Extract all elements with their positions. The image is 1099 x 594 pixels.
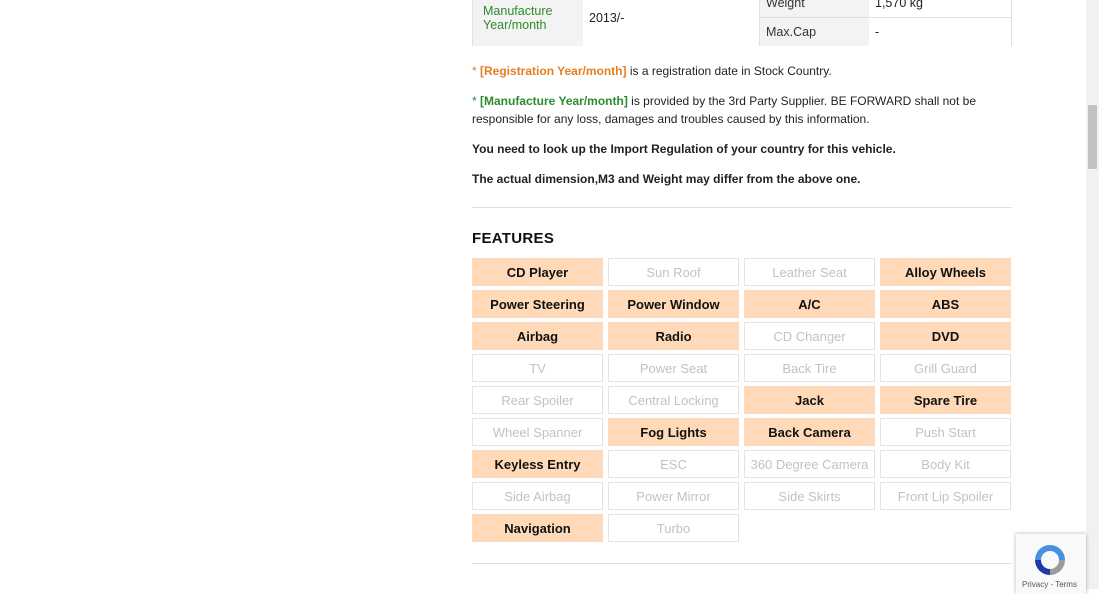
- manufacture-value: 2013/-: [583, 0, 759, 46]
- feature-item: Central Locking: [608, 386, 739, 414]
- feature-item: Turbo: [608, 514, 739, 542]
- recaptcha-badge[interactable]: Privacy - Terms: [1016, 534, 1086, 594]
- feature-item: Push Start: [880, 418, 1011, 446]
- registration-star: *: [472, 64, 481, 78]
- feature-item: Power Seat: [608, 354, 739, 382]
- feature-item: Alloy Wheels: [880, 258, 1011, 286]
- feature-item: DVD: [880, 322, 1011, 350]
- weight-value: 1,570 kg: [869, 0, 1011, 17]
- feature-item: ABS: [880, 290, 1011, 318]
- feature-item: Radio: [608, 322, 739, 350]
- feature-item: Back Camera: [744, 418, 875, 446]
- maxcap-label: Max.Cap: [759, 17, 869, 46]
- feature-item: Front Lip Spoiler: [880, 482, 1011, 510]
- feature-item: Side Skirts: [744, 482, 875, 510]
- dimension-note: The actual dimension,M3 and Weight may d…: [472, 172, 861, 186]
- feature-item: TV: [472, 354, 603, 382]
- feature-item: Navigation: [472, 514, 603, 542]
- feature-item: Body Kit: [880, 450, 1011, 478]
- manufacture-note-label: [Manufacture Year/month]: [480, 94, 628, 108]
- divider: [472, 563, 1012, 564]
- recaptcha-links[interactable]: Privacy - Terms: [1022, 580, 1077, 589]
- registration-label: [Registration Year/month]: [480, 64, 627, 78]
- feature-item: Jack: [744, 386, 875, 414]
- feature-item: ESC: [608, 450, 739, 478]
- feature-item: Leather Seat: [744, 258, 875, 286]
- manufacture-note: * [Manufacture Year/month] is provided b…: [472, 92, 1012, 128]
- feature-item: Sun Roof: [608, 258, 739, 286]
- feature-item: Grill Guard: [880, 354, 1011, 382]
- features-grid: CD Player Sun Roof Leather Seat Alloy Wheel…: [472, 258, 1012, 542]
- registration-note: * [Registration Year/month] is a registr…: [472, 62, 832, 80]
- feature-item: Back Tire: [744, 354, 875, 382]
- feature-item: Power Mirror: [608, 482, 739, 510]
- recaptcha-icon: [1035, 545, 1065, 575]
- feature-item: CD Player: [472, 258, 603, 286]
- feature-item: Airbag: [472, 322, 603, 350]
- spec-table: Manufacture Year/month 2013/- Weight 1,5…: [472, 0, 1012, 46]
- page-scrollbar[interactable]: [1086, 0, 1099, 589]
- feature-item: Spare Tire: [880, 386, 1011, 414]
- import-regulation-note: You need to look up the Import Regulatio…: [472, 142, 896, 156]
- manufacture-star: *: [472, 94, 481, 108]
- weight-label: Weight: [759, 0, 869, 17]
- feature-item: Rear Spoiler: [472, 386, 603, 414]
- features-title: FEATURES: [472, 230, 555, 247]
- feature-item: CD Changer: [744, 322, 875, 350]
- registration-text: is a registration date in Stock Country.: [626, 64, 832, 78]
- feature-item: Keyless Entry: [472, 450, 603, 478]
- manufacture-label: Manufacture Year/month: [473, 0, 583, 46]
- maxcap-value: -: [869, 17, 1011, 46]
- feature-item: Fog Lights: [608, 418, 739, 446]
- feature-item: Power Window: [608, 290, 739, 318]
- feature-item: Wheel Spanner: [472, 418, 603, 446]
- feature-item: Side Airbag: [472, 482, 603, 510]
- feature-item: Power Steering: [472, 290, 603, 318]
- divider: [472, 207, 1012, 208]
- feature-item: 360 Degree Camera: [744, 450, 875, 478]
- scrollbar-thumb[interactable]: [1088, 105, 1097, 169]
- feature-item: A/C: [744, 290, 875, 318]
